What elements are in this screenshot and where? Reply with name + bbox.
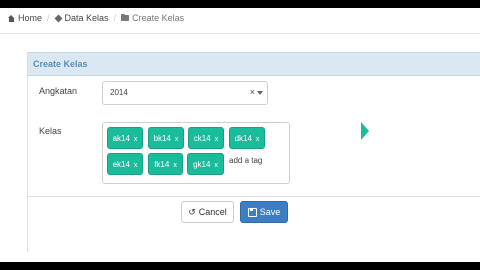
remove-tag-icon[interactable]: x [173, 162, 177, 169]
remove-tag-icon[interactable]: x [214, 162, 218, 169]
play-arrow-icon[interactable] [361, 122, 369, 140]
add-tag-input[interactable]: add a tag [229, 156, 262, 165]
angkatan-select-value: 2014 [110, 88, 128, 97]
tag-label: bk14 [153, 134, 171, 143]
clear-icon[interactable]: × [250, 87, 255, 97]
save-button-label: Save [259, 207, 281, 217]
remove-tag-icon[interactable]: x [134, 162, 138, 169]
breadcrumb-home[interactable]: Home [8, 13, 42, 23]
remove-tag-icon[interactable]: x [175, 136, 179, 143]
tag-bk14: bk14 x [148, 127, 184, 149]
remove-tag-icon[interactable]: x [134, 136, 138, 143]
kelas-tags-input[interactable]: ak14 x bk14 x ck14 x dk14 x ek14 x fk14 x gk14… [102, 122, 290, 184]
breadcrumb-bar: Home / Data Kelas / Create Kelas [0, 8, 480, 34]
remove-tag-icon[interactable]: x [215, 136, 219, 143]
breadcrumb-separator: / [113, 13, 117, 23]
letterbox-top [0, 0, 480, 8]
tag-label: fk14 [154, 160, 170, 169]
breadcrumb: Home / Data Kelas / Create Kelas [8, 13, 184, 23]
cancel-button-label: Cancel [198, 207, 227, 217]
panel-title: Create Kelas [33, 59, 88, 69]
tag-label: ak14 [112, 134, 130, 143]
breadcrumb-data-kelas-label[interactable]: Data Kelas [65, 13, 109, 23]
tag-ek14: ek14 x [107, 153, 143, 175]
tag-fk14: fk14 x [148, 153, 183, 175]
tag-dk14: dk14 x [229, 127, 265, 149]
floppy-disk-icon [247, 207, 257, 217]
tag-label: ck14 [193, 134, 211, 143]
letterbox-bottom [0, 262, 480, 270]
undo-icon: ↺ [188, 206, 196, 217]
cube-icon [54, 14, 62, 22]
breadcrumb-data-kelas[interactable]: Data Kelas [54, 13, 109, 23]
home-icon [8, 14, 15, 22]
remove-tag-icon[interactable]: x [256, 136, 260, 143]
breadcrumb-separator: / [47, 13, 50, 23]
tag-label: dk14 [234, 134, 252, 143]
cancel-button[interactable]: ↺ Cancel [181, 201, 234, 223]
kelas-label: Kelas [39, 126, 62, 136]
tag-label: ek14 [112, 160, 130, 169]
folder-icon [121, 14, 130, 21]
angkatan-label: Angkatan [39, 86, 78, 96]
chevron-down-icon[interactable] [257, 91, 263, 95]
save-button[interactable]: Save [240, 201, 288, 223]
form-divider [28, 196, 480, 197]
breadcrumb-create-kelas-label: Create Kelas [132, 13, 185, 23]
breadcrumb-home-label[interactable]: Home [18, 13, 42, 23]
tag-label: gk14 [193, 160, 211, 169]
tag-ck14: ck14 x [188, 127, 224, 149]
panel-heading: Create Kelas [28, 52, 480, 76]
tag-ak14: ak14 x [107, 127, 143, 149]
breadcrumb-create-kelas: Create Kelas [121, 13, 184, 23]
tag-gk14: gk14 x [187, 153, 224, 175]
angkatan-select[interactable]: 2014 × [102, 81, 268, 105]
